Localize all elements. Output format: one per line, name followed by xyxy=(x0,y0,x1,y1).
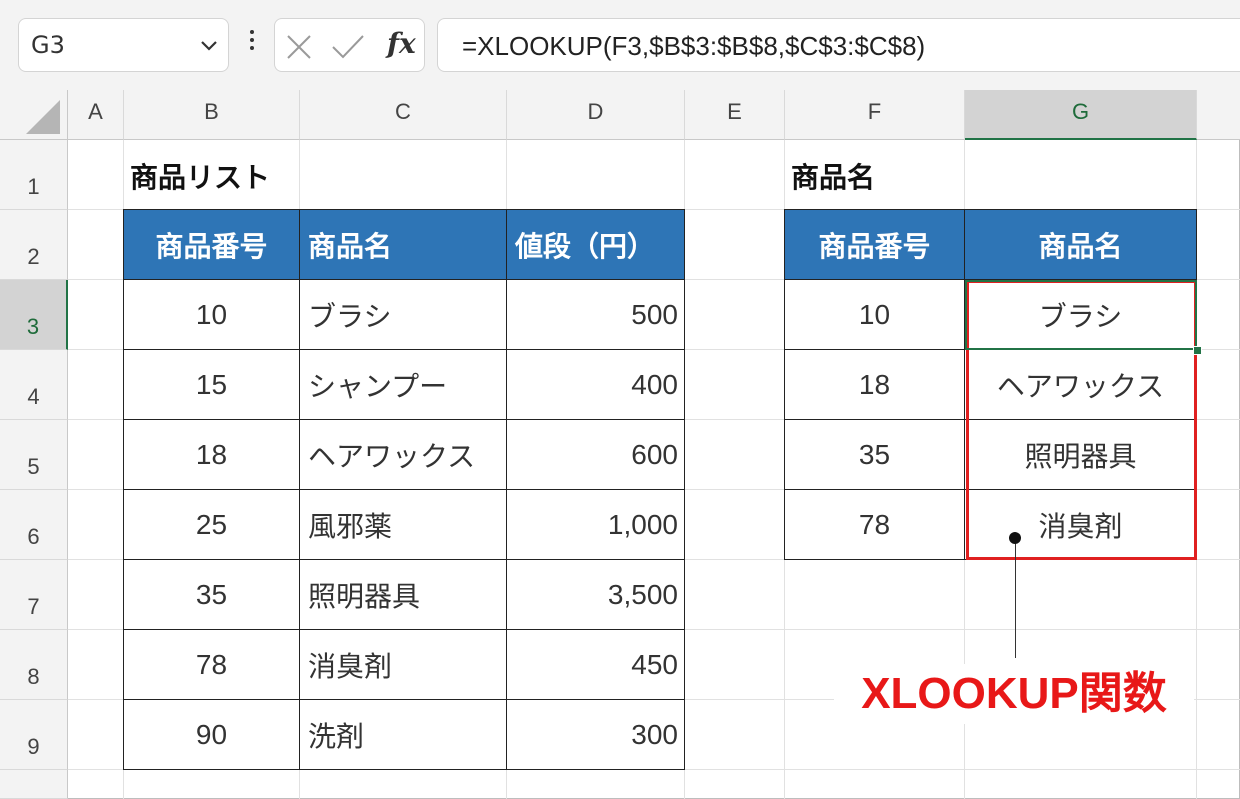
column-header-g[interactable]: G xyxy=(965,90,1197,140)
cell-c9[interactable]: 洗剤 xyxy=(299,699,507,770)
cell-c4[interactable]: シャンプー xyxy=(299,349,507,420)
product-list-title: 商品リスト xyxy=(130,161,271,194)
cell-f2[interactable]: 商品番号 xyxy=(784,209,965,280)
column-header-a[interactable]: A xyxy=(68,90,124,140)
row-header-4[interactable]: 4 xyxy=(0,350,68,420)
enter-check-icon[interactable] xyxy=(331,33,365,65)
column-header-d[interactable]: D xyxy=(507,90,685,140)
lookup-table-title: 商品名 xyxy=(791,161,876,194)
select-all-corner[interactable] xyxy=(0,90,68,140)
formula-controls: fx xyxy=(274,18,425,72)
row-header-9[interactable]: 9 xyxy=(0,700,68,770)
name-box[interactable]: G3 xyxy=(18,18,229,72)
cell-c7[interactable]: 照明器具 xyxy=(299,559,507,630)
cell-b4[interactable]: 15 xyxy=(123,349,300,420)
row-header-5[interactable]: 5 xyxy=(0,420,68,490)
more-options-icon[interactable] xyxy=(244,30,260,62)
column-header-h[interactable] xyxy=(1197,90,1240,140)
cell-c8[interactable]: 消臭剤 xyxy=(299,629,507,700)
column-header-e[interactable]: E xyxy=(685,90,785,140)
row-header-6[interactable]: 6 xyxy=(0,490,68,560)
row-header-1[interactable]: 1 xyxy=(0,140,68,210)
cell-b9[interactable]: 90 xyxy=(123,699,300,770)
insert-function-icon[interactable]: fx xyxy=(387,27,416,60)
cell-d7[interactable]: 3,500 xyxy=(506,559,685,630)
callout-line xyxy=(1015,538,1016,658)
cell-d5[interactable]: 600 xyxy=(506,419,685,490)
cell-d2[interactable]: 値段（円） xyxy=(506,209,685,280)
row-header-8[interactable]: 8 xyxy=(0,630,68,700)
cell-f4[interactable]: 18 xyxy=(784,349,965,420)
row-header-10[interactable] xyxy=(0,770,68,799)
cell-d3[interactable]: 500 xyxy=(506,279,685,350)
cell-c5[interactable]: ヘアワックス xyxy=(299,419,507,490)
row-header-3[interactable]: 3 xyxy=(0,280,68,350)
row-header-2[interactable]: 2 xyxy=(0,210,68,280)
cell-c3[interactable]: ブラシ xyxy=(299,279,507,350)
cell-g2[interactable]: 商品名 xyxy=(964,209,1197,280)
cell-b7[interactable]: 35 xyxy=(123,559,300,630)
cell-f6[interactable]: 78 xyxy=(784,489,965,560)
cell-f3[interactable]: 10 xyxy=(784,279,965,350)
cell-b5[interactable]: 18 xyxy=(123,419,300,490)
formula-bar: G3 fx =XLOOKUP(F3,$B$3:$B$8,$C$3:$C$8) xyxy=(0,0,1240,90)
cell-b2[interactable]: 商品番号 xyxy=(123,209,300,280)
name-box-value: G3 xyxy=(31,31,65,59)
chevron-down-icon[interactable] xyxy=(200,37,218,56)
cell-b3[interactable]: 10 xyxy=(123,279,300,350)
cell-b6[interactable]: 25 xyxy=(123,489,300,560)
active-cell-outline xyxy=(965,280,1197,350)
callout-label: XLOOKUP関数 xyxy=(834,664,1194,724)
cell-d6[interactable]: 1,000 xyxy=(506,489,685,560)
callout-dot xyxy=(1009,532,1021,544)
formula-text: =XLOOKUP(F3,$B$3:$B$8,$C$3:$C$8) xyxy=(462,31,926,61)
cell-d8[interactable]: 450 xyxy=(506,629,685,700)
formula-input[interactable]: =XLOOKUP(F3,$B$3:$B$8,$C$3:$C$8) xyxy=(437,18,1240,72)
column-header-b[interactable]: B xyxy=(124,90,300,140)
cell-c2[interactable]: 商品名 xyxy=(299,209,507,280)
fill-handle[interactable] xyxy=(1193,346,1202,355)
cell-d9[interactable]: 300 xyxy=(506,699,685,770)
cell-c6[interactable]: 風邪薬 xyxy=(299,489,507,560)
cell-d4[interactable]: 400 xyxy=(506,349,685,420)
column-header-c[interactable]: C xyxy=(300,90,507,140)
cell-b8[interactable]: 78 xyxy=(123,629,300,700)
column-header-f[interactable]: F xyxy=(785,90,965,140)
cell-f5[interactable]: 35 xyxy=(784,419,965,490)
cancel-icon[interactable] xyxy=(285,33,313,65)
row-header-7[interactable]: 7 xyxy=(0,560,68,630)
